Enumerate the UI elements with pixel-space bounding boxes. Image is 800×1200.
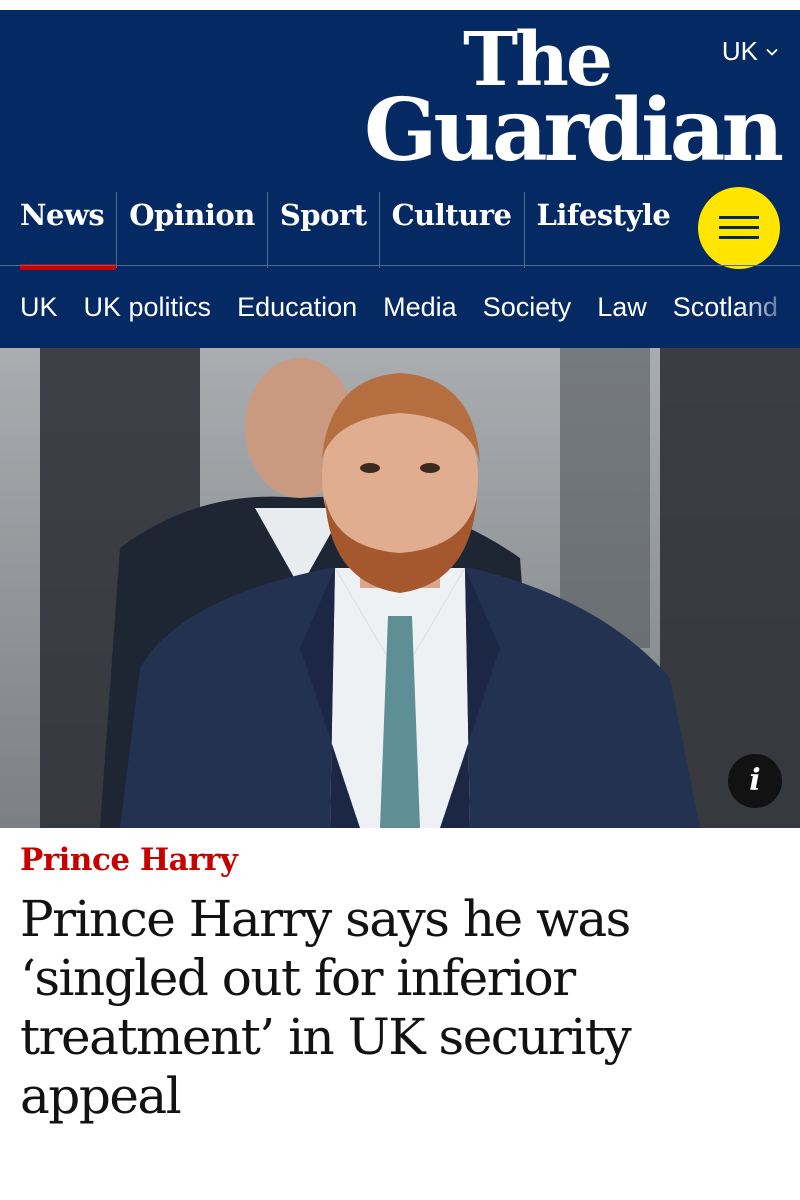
- pillar-label: Lifestyle: [536, 198, 671, 232]
- subnav-item-uk[interactable]: UK: [20, 292, 58, 323]
- article-kicker[interactable]: Prince Harry: [20, 842, 238, 878]
- pillar-news[interactable]: News: [0, 192, 117, 270]
- photo-illustration: [0, 348, 800, 828]
- subnav-item-society[interactable]: Society: [483, 292, 572, 323]
- pillar-opinion[interactable]: Opinion: [116, 192, 267, 268]
- image-info-button[interactable]: i: [728, 754, 782, 808]
- pillar-culture[interactable]: Culture: [378, 192, 524, 268]
- hamburger-icon: [719, 216, 759, 219]
- article-main-image: i: [0, 348, 800, 828]
- pillar-label: Culture: [391, 198, 512, 232]
- subnav: UK UK politics Education Media Society L…: [20, 272, 800, 342]
- nav-divider: [0, 265, 800, 266]
- subnav-item-education[interactable]: Education: [237, 292, 357, 323]
- pillar-lifestyle[interactable]: Lifestyle: [523, 192, 683, 268]
- hamburger-icon-bar: [719, 236, 759, 239]
- subnav-item-uk-politics[interactable]: UK politics: [84, 292, 212, 323]
- subnav-item-law[interactable]: Law: [597, 292, 647, 323]
- pillar-sport[interactable]: Sport: [266, 192, 379, 268]
- hamburger-icon-bar: [719, 226, 759, 229]
- site-header: UK The Guardian News Opinion Sport Cultu…: [0, 10, 800, 348]
- article-headline: Prince Harry says he was ‘singled out fo…: [20, 890, 632, 1125]
- subnav-item-media[interactable]: Media: [383, 292, 457, 323]
- logo-line-2: Guardian: [363, 80, 784, 182]
- pillar-nav: News Opinion Sport Culture Lifestyle: [0, 192, 700, 270]
- page: UK The Guardian News Opinion Sport Cultu…: [0, 0, 800, 1200]
- menu-button[interactable]: [698, 187, 780, 269]
- pillar-label: Sport: [279, 198, 367, 232]
- guardian-logo[interactable]: The Guardian: [363, 23, 784, 182]
- pillar-label: Opinion: [129, 198, 255, 232]
- pillar-label: News: [20, 198, 105, 232]
- info-icon: i: [749, 763, 761, 798]
- subnav-fade: [740, 272, 800, 342]
